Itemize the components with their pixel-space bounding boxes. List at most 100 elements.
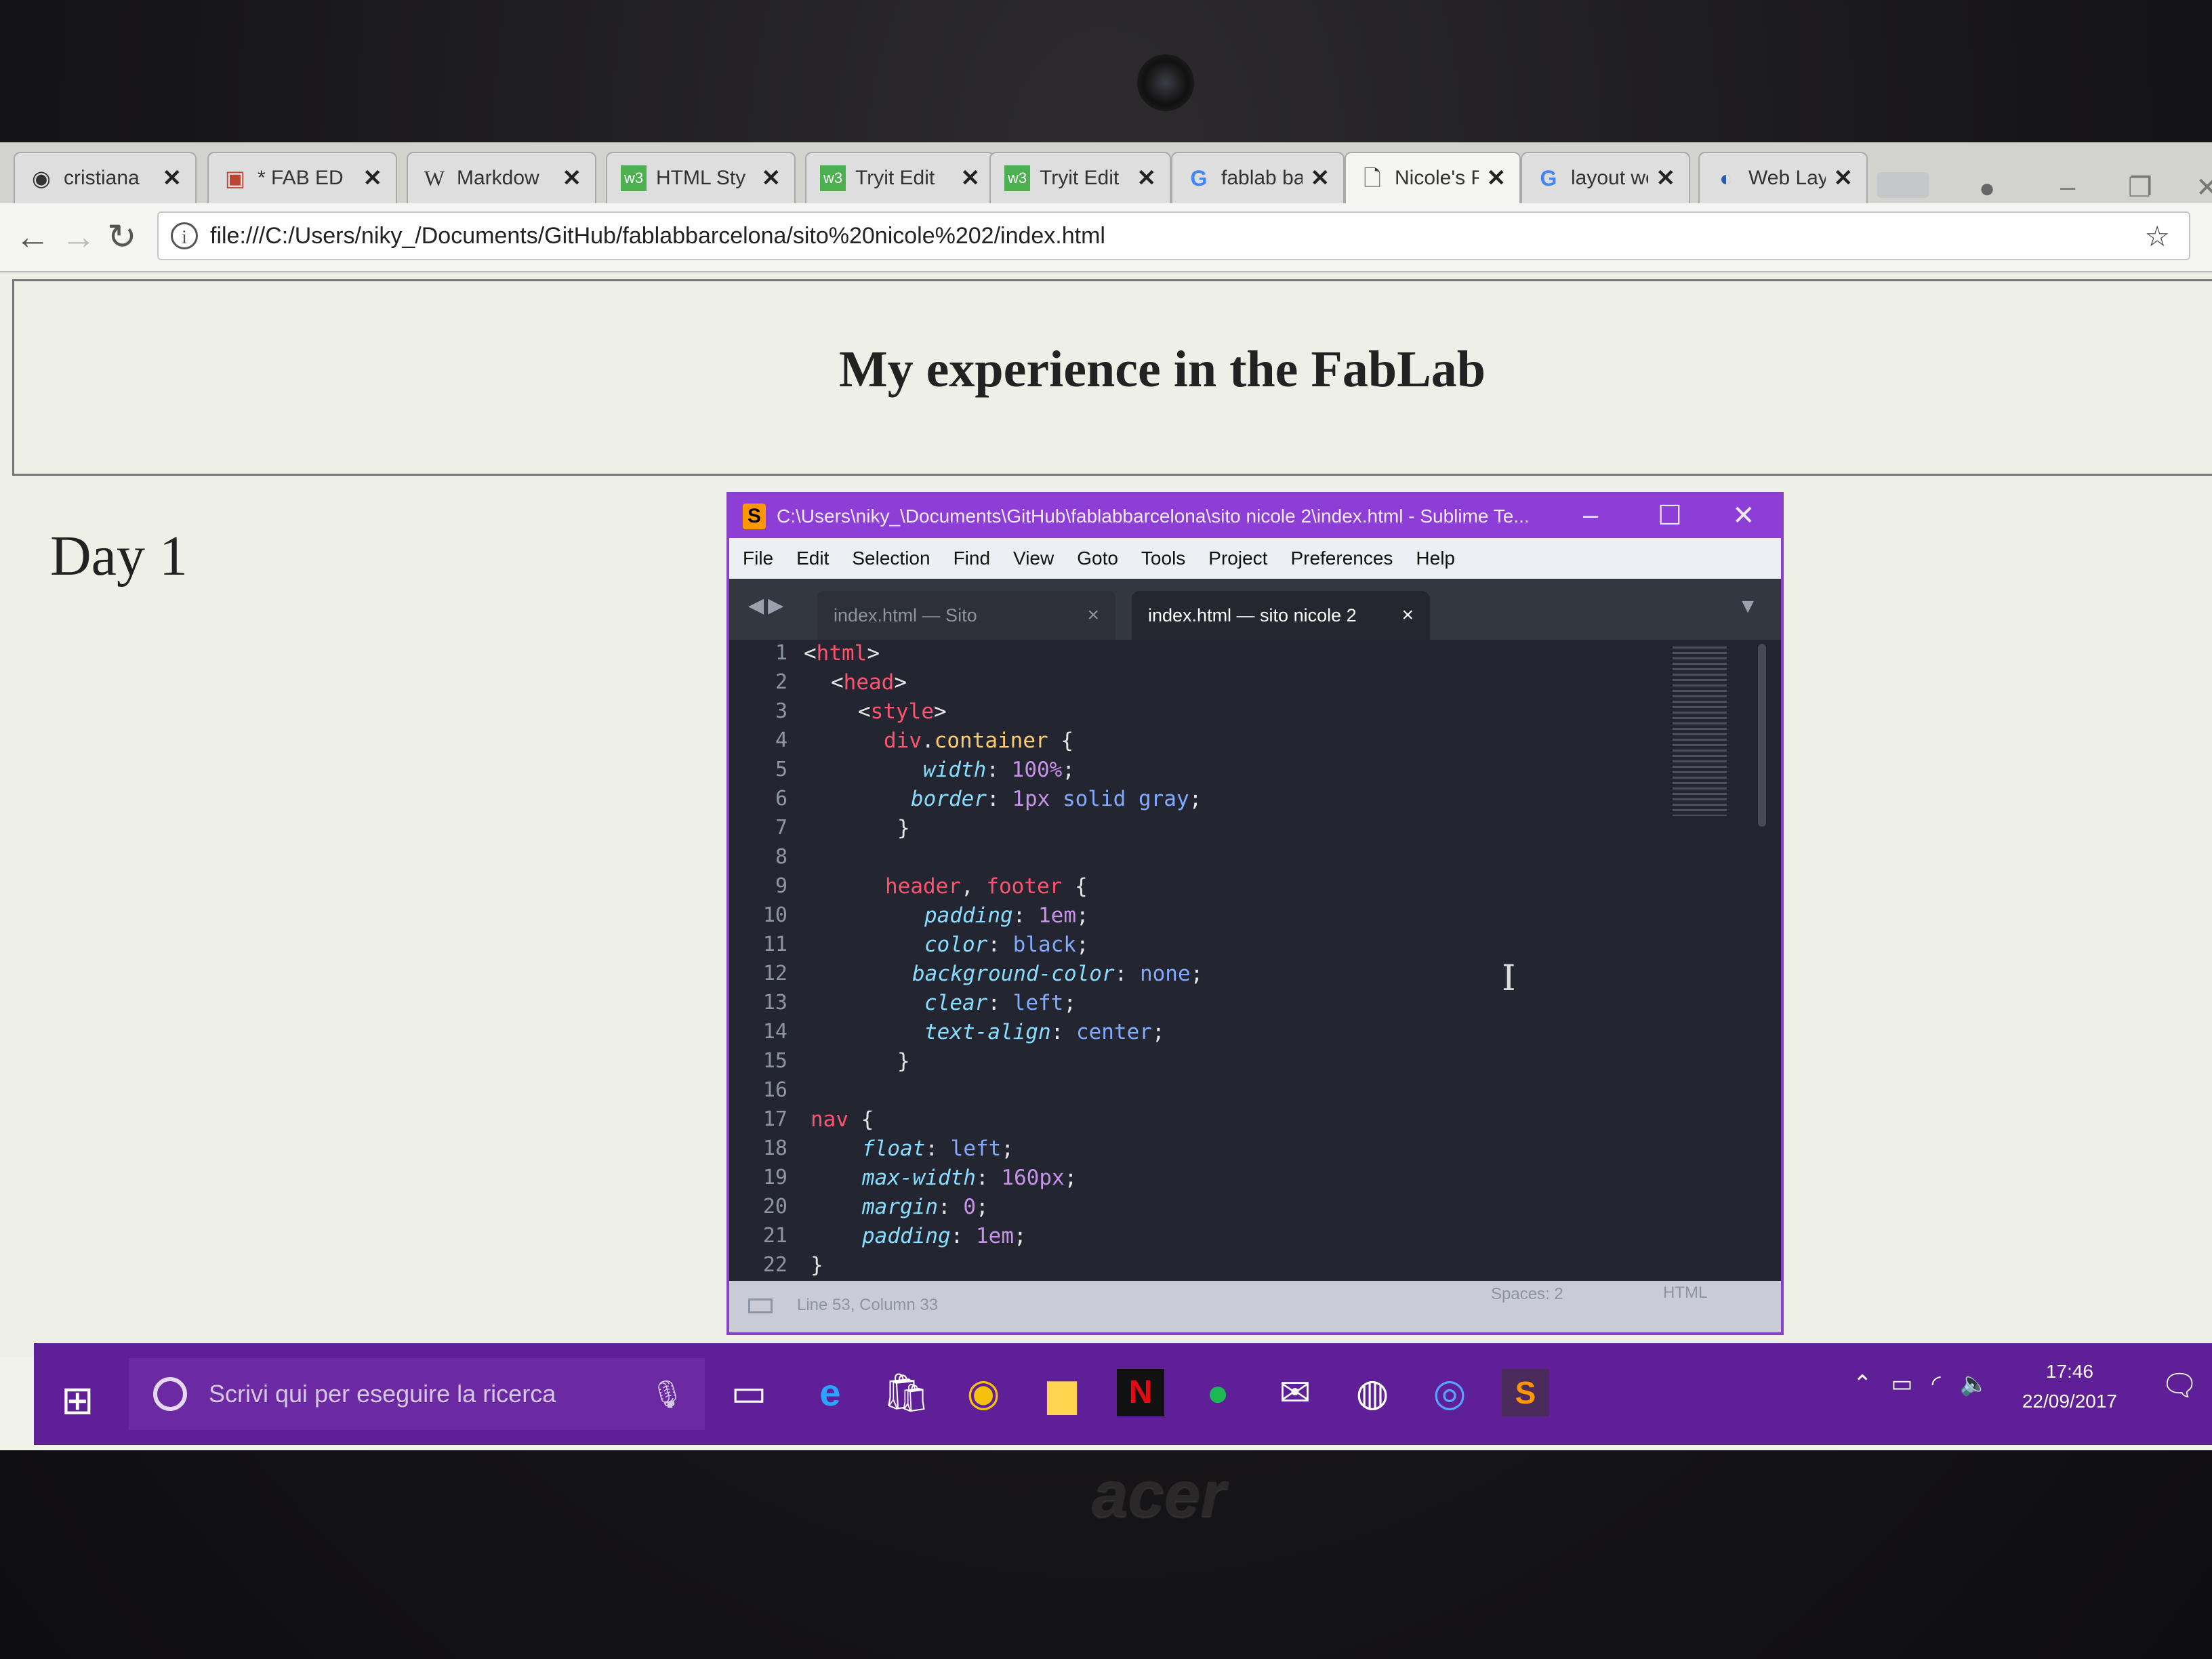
close-icon[interactable]: ✕: [961, 165, 981, 192]
code-line[interactable]: color: black;: [924, 933, 1089, 957]
minimap[interactable]: [1673, 647, 1727, 816]
code-line[interactable]: float: left;: [862, 1136, 1014, 1161]
close-icon[interactable]: ×: [1087, 604, 1099, 627]
maximize-icon[interactable]: ☐: [1658, 500, 1682, 531]
minimize-icon[interactable]: –: [2060, 172, 2075, 203]
code-line[interactable]: <head>: [831, 670, 907, 695]
code-line[interactable]: <style>: [858, 699, 947, 724]
menu-help[interactable]: Help: [1416, 548, 1455, 569]
code-line[interactable]: header, footer {: [885, 874, 1088, 899]
menu-selection[interactable]: Selection: [852, 548, 930, 569]
code-line[interactable]: }: [897, 1049, 910, 1073]
code-line[interactable]: background-color: none;: [912, 962, 1203, 986]
code-line[interactable]: max-width: 160px;: [862, 1166, 1077, 1190]
indentation-setting[interactable]: Spaces: 2: [1491, 1285, 1563, 1304]
code-line[interactable]: }: [897, 816, 910, 840]
edge-icon[interactable]: e: [806, 1369, 854, 1416]
browser-tab[interactable]: ▣ * FAB ED ✕: [207, 152, 397, 203]
menu-view[interactable]: View: [1013, 548, 1054, 569]
menu-tools[interactable]: Tools: [1141, 548, 1185, 569]
close-icon[interactable]: ✕: [163, 165, 182, 192]
menu-preferences[interactable]: Preferences: [1290, 548, 1393, 569]
restore-icon[interactable]: ❐: [2128, 172, 2152, 203]
close-icon[interactable]: ✕: [562, 165, 582, 192]
cortana-icon[interactable]: [153, 1377, 187, 1411]
new-tab-button[interactable]: [1877, 172, 1929, 198]
info-icon[interactable]: i: [171, 222, 198, 249]
code-line[interactable]: clear: left;: [924, 991, 1076, 1015]
code-line[interactable]: div.container {: [884, 729, 1073, 753]
code-line[interactable]: nav {: [811, 1107, 874, 1132]
code-line[interactable]: padding: 1em;: [924, 903, 1089, 928]
profile-icon[interactable]: ●: [1979, 173, 1995, 204]
close-icon[interactable]: ✕: [1656, 165, 1676, 192]
browser-tab[interactable]: w3 Tryit Edit ✕: [989, 152, 1171, 203]
github-desktop-icon[interactable]: ◍: [1349, 1369, 1396, 1416]
browser-tab[interactable]: G layout we ✕: [1521, 152, 1690, 203]
sublime-icon[interactable]: S: [1502, 1369, 1549, 1416]
code-line[interactable]: width: 100%;: [923, 758, 1075, 782]
sublime-text-window[interactable]: S C:\Users\niky_\Documents\GitHub\fablab…: [726, 492, 1784, 1335]
syntax-setting[interactable]: HTML: [1663, 1284, 1707, 1303]
editor-tab-active[interactable]: index.html — sito nicole 2 ×: [1132, 591, 1430, 640]
close-icon[interactable]: ✕: [1732, 500, 1755, 531]
browser-tab[interactable]: ◉ cristiana ✕: [14, 152, 197, 203]
browser-tab[interactable]: ◐ Web Lay ✕: [1698, 152, 1868, 203]
close-icon[interactable]: ✕: [1137, 165, 1157, 192]
close-icon[interactable]: ✕: [762, 165, 781, 192]
app-icon[interactable]: ◎: [1426, 1369, 1473, 1416]
chevron-up-icon[interactable]: ⌃: [1853, 1370, 1872, 1397]
close-icon[interactable]: ✕: [1834, 165, 1853, 192]
menu-goto[interactable]: Goto: [1077, 548, 1118, 569]
reload-icon[interactable]: ↻: [107, 217, 137, 258]
line-number: 15: [762, 1049, 787, 1073]
editor-tab[interactable]: index.html — Sito ×: [817, 591, 1115, 640]
netflix-icon[interactable]: N: [1117, 1369, 1164, 1416]
forward-icon[interactable]: →: [61, 217, 96, 258]
back-icon[interactable]: ←: [15, 217, 50, 258]
taskbar-clock[interactable]: 17:46 22/09/2017: [2022, 1357, 2117, 1416]
menu-edit[interactable]: Edit: [796, 548, 829, 569]
browser-tab[interactable]: w3 Tryit Edit ✕: [805, 152, 995, 203]
code-editor[interactable]: 1 2 3 4 5 6 7 8 9 10 11 12 13 14 15 16 1…: [729, 640, 1781, 1281]
store-icon[interactable]: 🛍: [882, 1369, 930, 1416]
browser-tab[interactable]: G fablab ba ✕: [1171, 152, 1345, 203]
menu-find[interactable]: Find: [954, 548, 990, 569]
notification-icon[interactable]: 🗨: [2160, 1368, 2198, 1403]
close-icon[interactable]: ✕: [1311, 165, 1330, 192]
code-line[interactable]: border: 1px solid gray;: [911, 787, 1202, 811]
mail-icon[interactable]: ✉: [1271, 1369, 1319, 1416]
close-window-icon[interactable]: ✕: [2196, 172, 2212, 203]
minimize-icon[interactable]: –: [1583, 500, 1598, 531]
tab-nav-arrows-icon[interactable]: ◀▶: [748, 594, 787, 617]
code-line[interactable]: }: [811, 1253, 823, 1277]
code-line[interactable]: padding: 1em;: [862, 1224, 1027, 1248]
code-line[interactable]: text-align: center;: [924, 1020, 1165, 1044]
menu-file[interactable]: File: [743, 548, 773, 569]
panel-toggle-icon[interactable]: [748, 1298, 773, 1313]
sublime-title-bar[interactable]: S C:\Users\niky_\Documents\GitHub\fablab…: [729, 495, 1781, 538]
wifi-icon[interactable]: ◜: [1931, 1370, 1940, 1397]
tab-dropdown-icon[interactable]: ▼: [1738, 595, 1758, 618]
browser-tab[interactable]: W Markdow ✕: [407, 152, 596, 203]
taskbar-search-box[interactable]: Scrivi qui per eseguire la ricerca 🎙: [129, 1358, 705, 1430]
menu-project[interactable]: Project: [1208, 548, 1267, 569]
file-explorer-icon[interactable]: ▆: [1038, 1369, 1086, 1416]
code-line[interactable]: margin: 0;: [862, 1195, 989, 1219]
battery-icon[interactable]: ▭: [1891, 1370, 1912, 1397]
browser-tab-active[interactable]: 🗋 Nicole's F ✕: [1345, 152, 1521, 203]
volume-icon[interactable]: 🔈: [1960, 1370, 1988, 1397]
close-icon[interactable]: ✕: [363, 165, 383, 192]
microphone-icon[interactable]: 🎙: [650, 1378, 684, 1410]
editor-scrollbar[interactable]: [1758, 644, 1766, 827]
chrome-icon[interactable]: ◉: [960, 1369, 1007, 1416]
browser-tab[interactable]: w3 HTML Sty ✕: [606, 152, 796, 203]
address-bar[interactable]: i file:///C:/Users/niky_/Documents/GitHu…: [157, 211, 2190, 260]
windows-start-icon[interactable]: ⊞: [61, 1377, 94, 1423]
bookmark-star-icon[interactable]: ☆: [2144, 220, 2170, 253]
close-icon[interactable]: ✕: [1487, 165, 1507, 192]
code-line[interactable]: <html>: [804, 641, 880, 665]
spotify-icon[interactable]: ●: [1194, 1369, 1242, 1416]
close-icon[interactable]: ×: [1401, 604, 1414, 627]
task-view-icon[interactable]: ▭: [725, 1369, 773, 1416]
